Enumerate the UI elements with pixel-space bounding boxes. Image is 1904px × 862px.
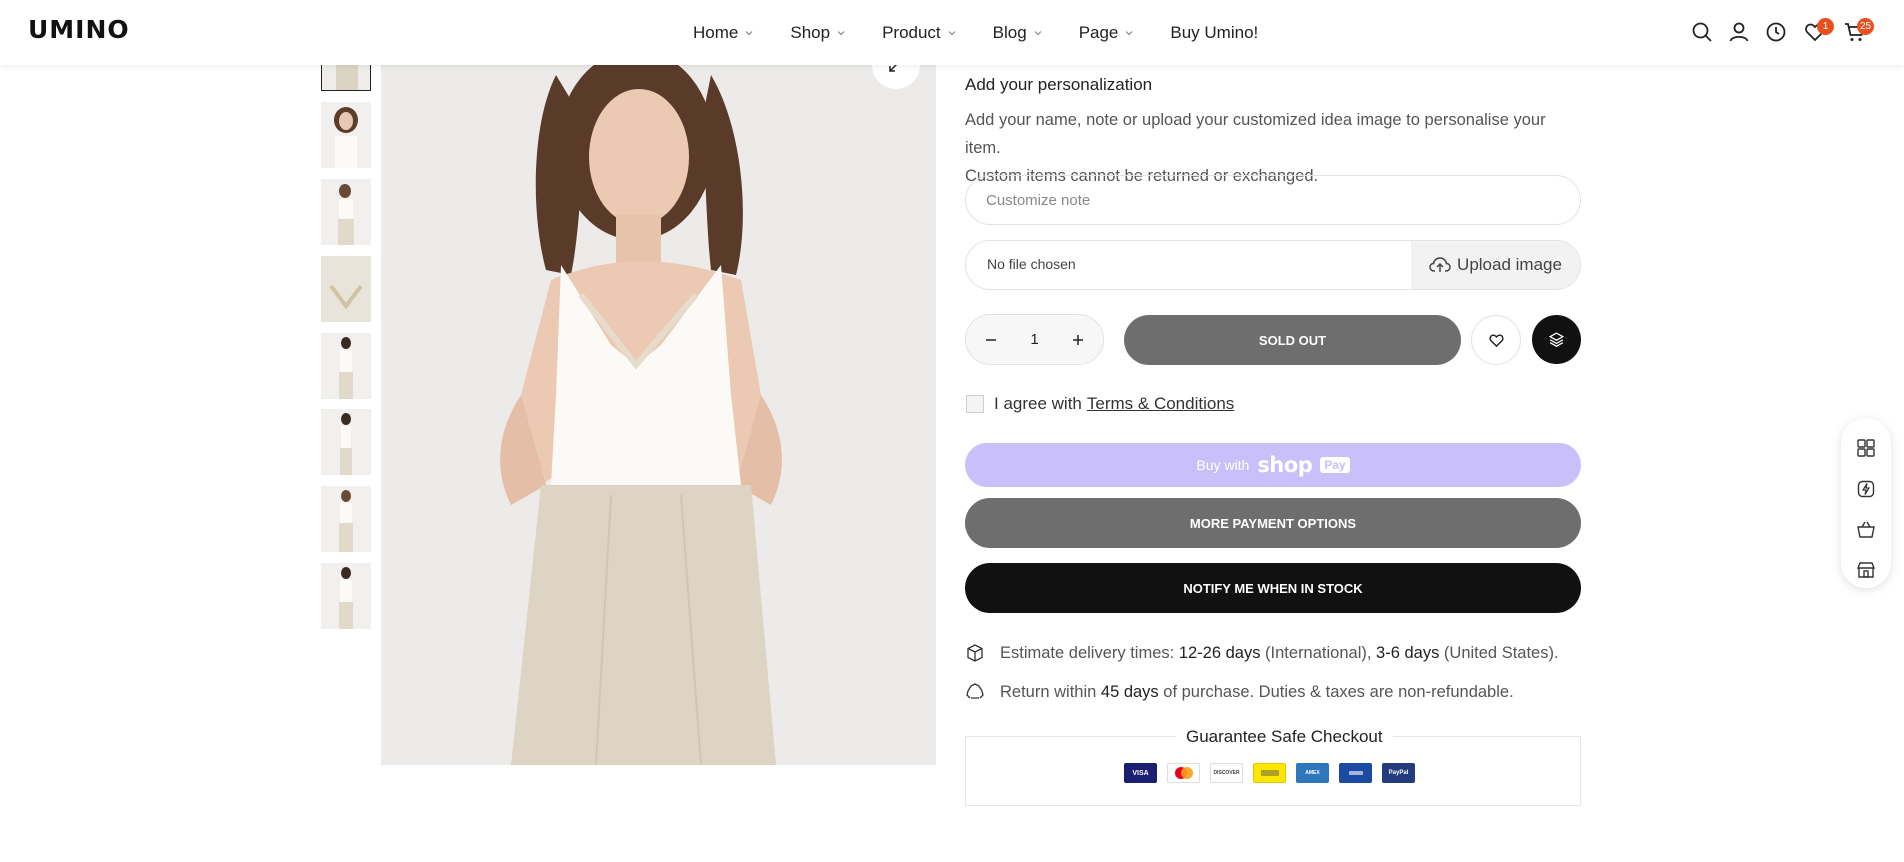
nav-home[interactable]: Home	[693, 23, 754, 43]
flash-sale-icon[interactable]	[1856, 479, 1876, 499]
shop-pay-badge: Pay	[1320, 457, 1350, 473]
gallery-thumbnail[interactable]	[321, 179, 371, 245]
delivery-us-days: 3-6 days	[1376, 643, 1440, 662]
return-icon	[966, 683, 984, 699]
layers-icon	[1548, 332, 1565, 347]
nav-buy-umino-label: Buy Umino!	[1170, 22, 1259, 42]
shop-pay-button[interactable]: Buy with shop Pay	[965, 443, 1581, 487]
minus-icon[interactable]	[984, 333, 998, 347]
delivery-box-icon	[967, 644, 983, 662]
site-header: UMINO Home Shop Product Blog Page Buy Um…	[0, 0, 1904, 65]
card-icon	[1253, 763, 1286, 783]
card-logo	[1348, 771, 1363, 775]
main-nav: Home Shop Product Blog Page Buy Umino!	[693, 0, 1258, 65]
gallery-thumbnail[interactable]	[321, 256, 371, 322]
cart-count-badge: 25	[1857, 18, 1875, 35]
upload-image-label: Upload image	[1457, 255, 1562, 274]
grid-icon[interactable]	[1856, 438, 1876, 458]
gallery-thumbnail[interactable]	[321, 486, 371, 552]
nav-page-label: Page	[1078, 22, 1119, 42]
terms-agreement: I agree with Terms & Conditions	[966, 394, 1234, 414]
add-to-wishlist-button[interactable]	[1471, 315, 1521, 365]
nav-shop-label: Shop	[790, 22, 831, 42]
more-payment-options-button[interactable]: MORE PAYMENT OPTIONS	[965, 498, 1581, 548]
gallery-thumbnail[interactable]	[321, 333, 371, 399]
chevron-down-icon	[837, 30, 845, 35]
account-icon[interactable]	[1727, 20, 1751, 44]
product-photo	[381, 65, 936, 765]
nav-product-label: Product	[882, 22, 941, 42]
delivery-intl-label: (International),	[1265, 643, 1372, 662]
thumbnail-image	[321, 179, 371, 245]
mastercard-logo	[1174, 767, 1193, 779]
store-icon[interactable]	[1856, 560, 1876, 580]
nav-shop[interactable]: Shop	[790, 23, 846, 43]
quantity-stepper[interactable]: 1	[965, 314, 1104, 365]
plus-icon[interactable]	[1071, 333, 1085, 347]
upload-image-button[interactable]: Upload image	[1411, 241, 1580, 289]
mastercard-card-icon	[1167, 763, 1200, 783]
terms-link[interactable]: Terms & Conditions	[1087, 394, 1234, 414]
notify-in-stock-button[interactable]: NOTIFY ME WHEN IN STOCK	[965, 563, 1581, 613]
delivery-info: Estimate delivery times: 12-26 days (Int…	[965, 643, 1559, 663]
customize-note-placeholder: Customize note	[986, 191, 1091, 209]
amex-card-icon: AMEX	[1296, 763, 1329, 783]
main-product-image[interactable]	[381, 65, 936, 765]
returns-prefix: Return within	[1000, 682, 1097, 701]
shop-pay-logo: shop	[1257, 453, 1313, 477]
quantity-value[interactable]: 1	[1030, 331, 1038, 348]
chevron-down-icon	[1034, 30, 1042, 35]
file-status: No file chosen	[987, 256, 1076, 272]
delivery-intl-days: 12-26 days	[1178, 643, 1261, 662]
thumbnail-image	[321, 409, 371, 475]
shop-pay-prefix: Buy with	[1196, 457, 1250, 473]
description-line: Add your name, note or upload your custo…	[965, 111, 1546, 157]
thumbnail-image	[321, 486, 371, 552]
delivery-prefix: Estimate delivery times:	[1000, 643, 1175, 662]
nav-buy-umino[interactable]: Buy Umino!	[1170, 23, 1258, 43]
heart-icon	[1488, 333, 1504, 347]
thumbnail-image	[321, 102, 371, 168]
floating-side-panel	[1841, 418, 1891, 588]
logo[interactable]: UMINO	[28, 15, 130, 44]
personalization-heading: Add your personalization	[965, 75, 1153, 94]
delivery-us-label: (United States).	[1443, 643, 1559, 662]
chevron-down-icon	[745, 30, 753, 35]
agree-checkbox[interactable]	[966, 395, 984, 413]
card-logo	[1260, 770, 1279, 776]
agree-text: I agree with	[994, 394, 1082, 413]
gallery-thumbnail[interactable]	[321, 102, 371, 168]
gallery-thumbnail[interactable]	[321, 563, 371, 629]
cloud-upload-icon	[1429, 257, 1451, 272]
basket-icon[interactable]	[1856, 520, 1876, 540]
compare-button[interactable]	[1532, 315, 1581, 364]
wishlist-count-badge: 1	[1817, 18, 1834, 35]
guarantee-title: Guarantee Safe Checkout	[1176, 727, 1393, 747]
nav-blog[interactable]: Blog	[993, 23, 1043, 43]
customize-note-input[interactable]: Customize note	[965, 175, 1581, 225]
card-icon	[1339, 763, 1372, 783]
recently-viewed-icon[interactable]	[1764, 20, 1788, 44]
gallery-thumbnail[interactable]	[321, 409, 371, 475]
returns-days: 45 days	[1100, 682, 1159, 701]
thumbnail-image	[321, 256, 371, 322]
paypal-card-icon: PayPal	[1382, 763, 1415, 783]
returns-info: Return within 45 days of purchase. Dutie…	[965, 682, 1514, 702]
file-upload-field[interactable]: No file chosen Upload image	[965, 240, 1581, 290]
nav-product[interactable]: Product	[882, 23, 957, 43]
chevron-down-icon	[1125, 30, 1133, 35]
sold-out-button[interactable]: SOLD OUT	[1124, 315, 1461, 365]
thumbnail-image	[321, 333, 371, 399]
nav-page[interactable]: Page	[1079, 23, 1135, 43]
discover-card-icon: DISCOVER	[1210, 763, 1243, 783]
nav-blog-label: Blog	[992, 22, 1027, 42]
payment-methods: VISA DISCOVER AMEX PayPal	[1124, 763, 1415, 783]
returns-suffix: of purchase. Duties & taxes are non-refu…	[1163, 682, 1514, 701]
nav-home-label: Home	[693, 22, 739, 42]
visa-card-icon: VISA	[1124, 763, 1157, 783]
search-icon[interactable]	[1690, 20, 1714, 44]
chevron-down-icon	[948, 30, 956, 35]
thumbnail-image	[321, 563, 371, 629]
